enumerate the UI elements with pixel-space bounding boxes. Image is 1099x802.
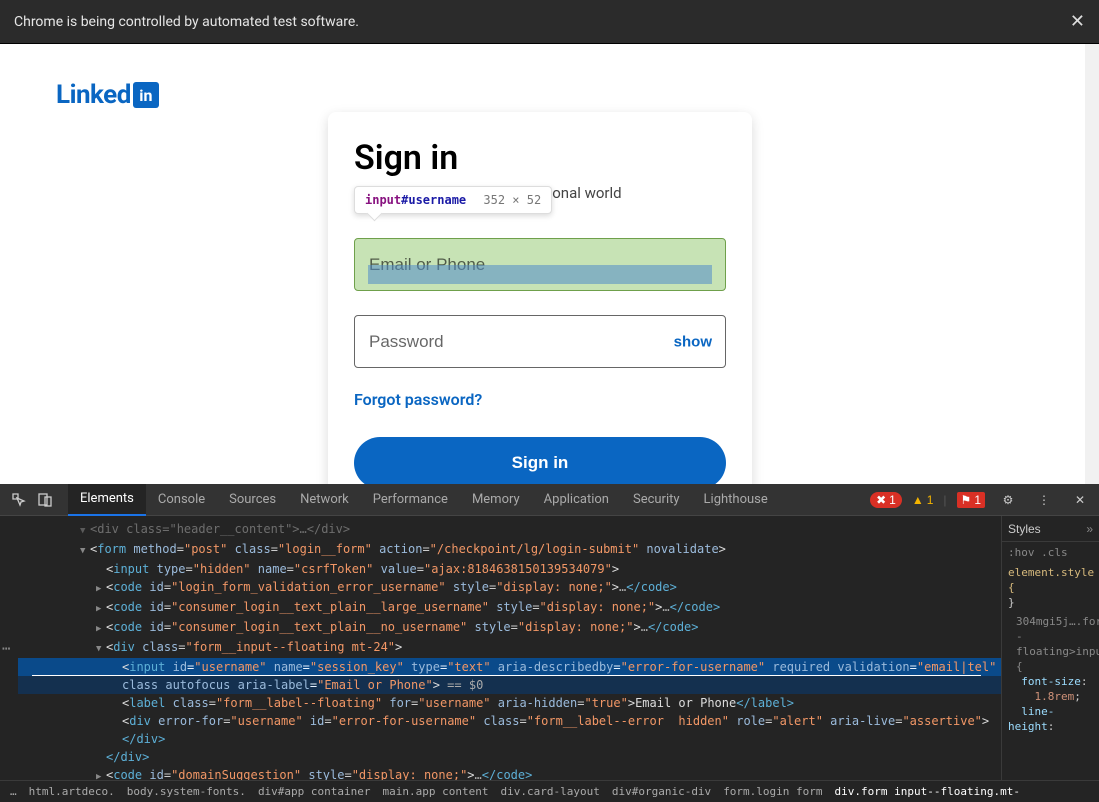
breadcrumb-item[interactable]: div#app container	[258, 785, 371, 798]
tab-elements[interactable]: Elements	[68, 484, 146, 516]
elements-tree-line[interactable]: <code id="consumer_login__text_plain__no…	[18, 618, 1001, 638]
breadcrumb-item[interactable]: body.system-fonts.	[127, 785, 246, 798]
devtools-right-controls: ✖1 ▲1 | ⚑1 ⚙ ⋮ ✕	[870, 487, 1093, 513]
elements-tree-line[interactable]: </div>	[18, 730, 1001, 748]
breadcrumb-item[interactable]: div.card-layout	[501, 785, 600, 798]
tab-security[interactable]: Security	[621, 484, 692, 516]
inspect-icon[interactable]	[6, 487, 32, 513]
breadcrumb-item[interactable]: div#organic-div	[612, 785, 711, 798]
email-field-wrapper	[354, 238, 726, 291]
issues-count-badge[interactable]: ⚑1	[957, 492, 985, 508]
tab-memory[interactable]: Memory	[460, 484, 532, 516]
elements-tree-line[interactable]: <code id="consumer_login__text_plain__la…	[18, 598, 1001, 618]
devtools-tabs: ElementsConsoleSourcesNetworkPerformance…	[68, 484, 780, 516]
styles-rule-source[interactable]: 304mgi5j….form__input--floating>input { …	[1002, 612, 1099, 736]
close-icon[interactable]: ✕	[1067, 487, 1093, 513]
close-icon[interactable]: ✕	[1070, 11, 1085, 32]
inspect-highlight	[368, 265, 712, 284]
styles-title: Styles »	[1002, 516, 1099, 542]
scrollbar[interactable]	[1085, 44, 1099, 484]
elements-tree-line[interactable]: <code id="login_form_validation_error_us…	[18, 578, 1001, 598]
elements-tree-line[interactable]: <code id="domainSuggestion" style="displ…	[18, 766, 1001, 780]
password-field-wrapper: show	[354, 315, 726, 368]
elements-tree-line[interactable]: class autofocus aria-label="Email or Pho…	[18, 676, 1001, 694]
elements-tree-line[interactable]: <label class="form__label--floating" for…	[18, 694, 1001, 712]
linkedin-logo[interactable]: Linked in	[56, 80, 159, 110]
tab-performance[interactable]: Performance	[361, 484, 460, 516]
ellipsis-indicator: ⋯	[2, 640, 10, 658]
elements-tree-line[interactable]: <form method="post" class="login__form" …	[18, 540, 1001, 560]
kebab-icon[interactable]: ⋮	[1031, 487, 1057, 513]
breadcrumb-item[interactable]: div.form input--floating.mt-	[835, 785, 1020, 798]
devtools-toolbar: ElementsConsoleSourcesNetworkPerformance…	[0, 484, 1099, 516]
elements-tree-line[interactable]: <input id="username" name="session_key" …	[18, 658, 1001, 676]
automation-infobar: Chrome is being controlled by automated …	[0, 0, 1099, 44]
error-count-badge[interactable]: ✖1	[870, 492, 902, 508]
device-toggle-icon[interactable]	[32, 487, 58, 513]
automation-message: Chrome is being controlled by automated …	[14, 14, 359, 30]
page-title: Sign in	[354, 138, 726, 178]
devtools-body: ⋯ <div class="header__content">…</div><f…	[0, 516, 1099, 780]
breadcrumb-item[interactable]: main.app content	[383, 785, 489, 798]
breadcrumb-item[interactable]: form.login form	[723, 785, 822, 798]
styles-rule-element[interactable]: element.style { }	[1002, 563, 1099, 612]
logo-badge: in	[133, 82, 159, 108]
elements-breadcrumb[interactable]: … html.artdeco. body.system-fonts. div#app …	[0, 780, 1099, 802]
warning-count-badge[interactable]: ▲1	[912, 493, 934, 507]
elements-tree-line[interactable]: <div class="form__input--floating mt-24"…	[18, 638, 1001, 658]
tooltip-tag: input	[365, 193, 401, 207]
breadcrumb-item[interactable]: html.artdeco.	[29, 785, 115, 798]
page-viewport: Linked in Sign in Stay updated on your p…	[0, 44, 1099, 484]
elements-tree-line[interactable]: <input type="hidden" name="csrfToken" va…	[18, 560, 1001, 578]
chevron-right-icon[interactable]: »	[1086, 522, 1093, 536]
tab-console[interactable]: Console	[146, 484, 217, 516]
password-input[interactable]	[354, 315, 726, 368]
gear-icon[interactable]: ⚙	[995, 487, 1021, 513]
elements-tree[interactable]: ⋯ <div class="header__content">…</div><f…	[0, 516, 1001, 780]
signin-card: Sign in Stay updated on your professiona…	[328, 112, 752, 484]
show-password-button[interactable]: show	[674, 333, 712, 350]
tab-lighthouse[interactable]: Lighthouse	[692, 484, 780, 516]
tab-application[interactable]: Application	[532, 484, 621, 516]
elements-tree-line[interactable]: <div class="header__content">…</div>	[18, 520, 1001, 540]
breadcrumb-item[interactable]: …	[10, 785, 17, 798]
elements-tree-line[interactable]: </div>	[18, 748, 1001, 766]
styles-filter-row[interactable]: :hov .cls	[1002, 542, 1099, 563]
forgot-password-link[interactable]: Forgot password?	[354, 390, 482, 409]
logo-text: Linked	[56, 80, 131, 110]
tab-sources[interactable]: Sources	[217, 484, 288, 516]
elements-tree-line[interactable]: <div error-for="username" id="error-for-…	[18, 712, 1001, 730]
styles-panel: Styles » :hov .cls element.style { } 304…	[1001, 516, 1099, 780]
element-inspect-tooltip: input#username 352 × 52	[354, 186, 552, 214]
tooltip-dimensions: 352 × 52	[483, 193, 541, 207]
signin-button[interactable]: Sign in	[354, 437, 726, 484]
devtools-panel: ElementsConsoleSourcesNetworkPerformance…	[0, 484, 1099, 802]
tooltip-id: #username	[401, 193, 466, 207]
tab-network[interactable]: Network	[288, 484, 361, 516]
